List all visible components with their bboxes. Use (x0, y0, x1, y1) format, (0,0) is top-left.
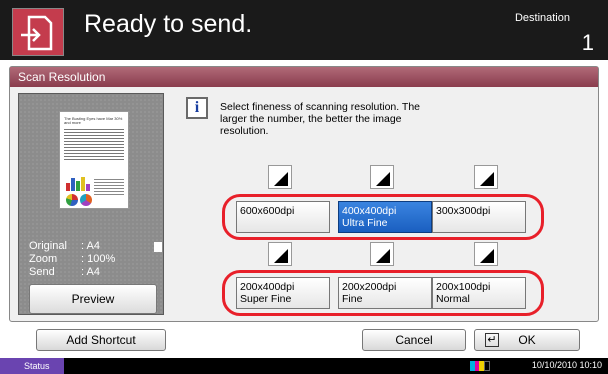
destination-label: Destination (514, 12, 570, 24)
portrait-orientation-icon (154, 242, 162, 252)
scan-resolution-panel: Scan Resolution The Busting Eyes have Ma… (9, 66, 599, 322)
resolution-200x400-button[interactable]: 200x400dpi Super Fine (236, 277, 330, 309)
status-bar: Status 10/10/2010 10:10 (0, 358, 608, 374)
original-label: Original (29, 240, 67, 252)
header-bar: Ready to send. Destination 1 (0, 0, 608, 60)
screen-title: Ready to send. (84, 10, 253, 38)
send-label: Send (29, 266, 55, 278)
ok-button[interactable]: ↵ OK (474, 329, 580, 351)
resolution-200x200-button[interactable]: 200x200dpi Fine (338, 277, 432, 309)
send-value: : A4 (81, 266, 100, 278)
resolution-300x300-button[interactable]: 300x300dpi (432, 201, 526, 233)
resolution-icon (370, 165, 394, 189)
preview-pane: The Busting Eyes have Mar 30% and more O… (18, 93, 164, 315)
resolution-icon (268, 165, 292, 189)
resolution-200x100-button[interactable]: 200x100dpi Normal (432, 277, 526, 309)
original-info: Original : A4 Zoom : 100% Send : A4 (29, 240, 115, 279)
preview-button[interactable]: Preview (29, 284, 157, 314)
date-time: 10/10/2010 10:10 (531, 360, 602, 370)
toner-level-icon (470, 361, 490, 371)
panel-title: Scan Resolution (10, 67, 598, 87)
ok-label: OK (518, 333, 536, 347)
zoom-value: : 100% (81, 253, 116, 265)
resolution-icon (474, 242, 498, 266)
document-thumbnail: The Busting Eyes have Mar 30% and more (59, 111, 129, 209)
destination-count: 1 (581, 30, 594, 55)
info-icon: i (186, 97, 208, 119)
send-document-icon (12, 8, 64, 56)
status-button[interactable]: Status (0, 358, 64, 374)
info-text: Select fineness of scanning resolution. … (220, 101, 421, 137)
resolution-icon (370, 242, 394, 266)
add-shortcut-button[interactable]: Add Shortcut (36, 329, 166, 351)
cancel-button[interactable]: Cancel (362, 329, 466, 351)
resolution-400x400-button[interactable]: 400x400dpi Ultra Fine (338, 201, 432, 233)
resolution-icon (474, 165, 498, 189)
enter-icon: ↵ (485, 333, 499, 347)
original-value: : A4 (81, 240, 100, 252)
resolution-icon (268, 242, 292, 266)
resolution-600x600-button[interactable]: 600x600dpi (236, 201, 330, 233)
zoom-label: Zoom (29, 253, 58, 265)
